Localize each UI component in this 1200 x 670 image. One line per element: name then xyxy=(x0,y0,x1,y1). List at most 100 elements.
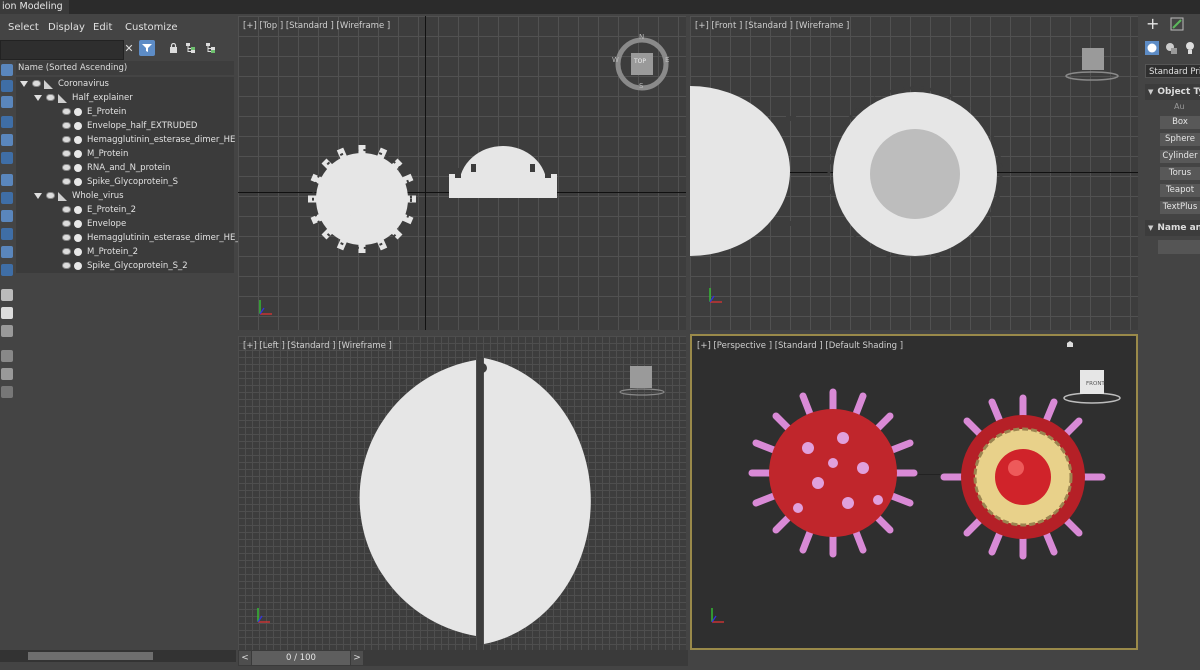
tree-row-m-protein-2[interactable]: M_Protein_2 xyxy=(16,245,234,259)
visibility-eye-icon[interactable] xyxy=(62,262,71,269)
display-frozen-icon[interactable] xyxy=(1,246,13,258)
rollout-object-type[interactable]: ▼ Object Ty xyxy=(1145,84,1200,100)
axis-tripod-icon xyxy=(257,608,270,623)
teapot-button[interactable]: Teapot xyxy=(1160,184,1200,197)
ribbon-tab[interactable]: ion Modeling xyxy=(0,0,69,14)
object-dot-icon xyxy=(74,108,82,116)
compass-north: N xyxy=(639,33,645,41)
viewcube[interactable] xyxy=(618,364,678,400)
rollout-name-color[interactable]: ▼Name and xyxy=(1145,220,1200,236)
viewcube[interactable] xyxy=(1060,44,1130,84)
sphere-button[interactable]: Sphere xyxy=(1160,133,1200,146)
expand-arrow-icon[interactable] xyxy=(34,95,42,101)
viewport-label[interactable]: [+] [Front ] [Standard ] [Wireframe ] xyxy=(695,21,849,31)
visibility-eye-icon[interactable] xyxy=(62,150,71,157)
tree-row-rna-n-protein[interactable]: RNA_and_N_protein xyxy=(16,161,234,175)
menu-display[interactable]: Display xyxy=(48,18,85,38)
display-spacewarps-icon[interactable] xyxy=(1,152,13,164)
visibility-eye-icon[interactable] xyxy=(46,94,55,101)
display-lights-icon[interactable] xyxy=(1,96,13,108)
visibility-eye-icon[interactable] xyxy=(62,164,71,171)
display-helpers-icon[interactable] xyxy=(1,134,13,146)
tree-row-e-protein[interactable]: E_Protein xyxy=(16,105,234,119)
tree-item-label: Envelope_half_EXTRUDED xyxy=(87,121,198,131)
link-icon[interactable] xyxy=(1,386,13,398)
box-button[interactable]: Box xyxy=(1160,116,1200,129)
visibility-eye-icon[interactable] xyxy=(46,192,55,199)
display-containers-icon[interactable] xyxy=(1,228,13,240)
object-name-input[interactable] xyxy=(1158,240,1200,254)
tree-row-m-protein[interactable]: M_Protein xyxy=(16,147,234,161)
tree-row-coronavirus[interactable]: Coronavirus xyxy=(16,77,234,91)
time-next-button[interactable]: > xyxy=(351,651,363,665)
display-geometry-icon[interactable] xyxy=(1,64,13,76)
category-dropdown[interactable]: Standard Prim xyxy=(1145,64,1200,78)
viewport-left[interactable]: [+] [Left ] [Standard ] [Wireframe ] xyxy=(238,336,686,650)
tree-row-whole-virus[interactable]: Whole_virus xyxy=(16,189,234,203)
tree-row-spike-2[interactable]: Spike_Glycoprotein_S_2 xyxy=(16,259,234,273)
time-slider[interactable]: 0 / 100 xyxy=(252,651,350,665)
display-cameras-icon[interactable] xyxy=(1,116,13,128)
clear-search-icon[interactable]: ✕ xyxy=(121,40,137,56)
expand-arrow-icon[interactable] xyxy=(34,193,42,199)
home-icon[interactable] xyxy=(1066,340,1074,348)
viewport-perspective[interactable]: [+] [Perspective ] [Standard ] [Default … xyxy=(690,334,1138,650)
menu-select[interactable]: Select xyxy=(8,18,39,38)
sort-header[interactable]: Name (Sorted Ascending) xyxy=(16,61,234,75)
hierarchy-icon[interactable] xyxy=(183,40,199,56)
filter-icon[interactable] xyxy=(139,40,155,56)
visibility-eye-icon[interactable] xyxy=(62,220,71,227)
funnel-alt-icon[interactable] xyxy=(1,368,13,380)
tree-row-envelope-half[interactable]: Envelope_half_EXTRUDED xyxy=(16,119,234,133)
textplus-button[interactable]: TextPlus xyxy=(1160,201,1200,214)
visibility-eye-icon[interactable] xyxy=(62,206,71,213)
display-hidden-icon[interactable] xyxy=(1,264,13,276)
visibility-eye-icon[interactable] xyxy=(62,248,71,255)
menu-customize[interactable]: Customize xyxy=(125,18,178,38)
display-xrefs-icon[interactable] xyxy=(1,192,13,204)
display-all-icon[interactable] xyxy=(1,289,13,301)
cylinder-button[interactable]: Cylinder xyxy=(1160,150,1200,163)
viewcube-face-label: TOP xyxy=(634,58,647,65)
create-tab-plus-icon[interactable]: + xyxy=(1146,16,1159,32)
tree-row-e-protein-2[interactable]: E_Protein_2 xyxy=(16,203,234,217)
lights-category-icon[interactable] xyxy=(1183,41,1197,55)
modify-tab-icon[interactable] xyxy=(1170,17,1184,31)
menu-edit[interactable]: Edit xyxy=(93,18,112,38)
lock-icon[interactable] xyxy=(165,40,181,56)
viewport-label[interactable]: [+] [Top ] [Standard ] [Wireframe ] xyxy=(243,21,390,31)
axis-tripod-icon xyxy=(259,300,272,315)
layer-hierarchy-icon[interactable] xyxy=(203,40,219,56)
display-invert-icon[interactable] xyxy=(1,325,13,337)
display-bones-icon[interactable] xyxy=(1,210,13,222)
display-none-icon[interactable] xyxy=(1,307,13,319)
tree-item-label: M_Protein_2 xyxy=(87,247,139,257)
viewport-label[interactable]: [+] [Perspective ] [Standard ] [Default … xyxy=(697,341,903,351)
autogrid-checkbox-label[interactable]: Au xyxy=(1174,102,1185,111)
tree-row-envelope[interactable]: Envelope xyxy=(16,217,234,231)
visibility-eye-icon[interactable] xyxy=(62,136,71,143)
scrollbar-thumb[interactable] xyxy=(28,652,153,660)
viewport-top[interactable]: [+] [Top ] [Standard ] [Wireframe ] N S … xyxy=(238,16,686,330)
compass-east: E xyxy=(665,56,670,64)
visibility-eye-icon[interactable] xyxy=(62,108,71,115)
time-prev-button[interactable]: < xyxy=(239,651,251,665)
display-shapes-icon[interactable] xyxy=(1,80,13,92)
tree-row-hemagglutinin[interactable]: Hemagglutinin_esterase_dimer_HE xyxy=(16,133,235,147)
visibility-eye-icon[interactable] xyxy=(62,234,71,241)
expand-arrow-icon[interactable] xyxy=(20,81,28,87)
torus-button[interactable]: Torus xyxy=(1160,167,1200,180)
viewport-label[interactable]: [+] [Left ] [Standard ] [Wireframe ] xyxy=(243,341,392,351)
viewport-front[interactable]: [+] [Front ] [Standard ] [Wireframe ] xyxy=(690,16,1138,330)
tree-row-spike[interactable]: Spike_Glycoprotein_S xyxy=(16,175,234,189)
tree-row-half-explainer[interactable]: Half_explainer xyxy=(16,91,234,105)
visibility-eye-icon[interactable] xyxy=(32,80,41,87)
visibility-eye-icon[interactable] xyxy=(62,122,71,129)
filter-funnel-icon[interactable] xyxy=(1,350,13,362)
visibility-eye-icon[interactable] xyxy=(62,178,71,185)
shapes-category-icon[interactable] xyxy=(1165,41,1179,55)
geometry-category-icon[interactable] xyxy=(1145,41,1159,55)
explorer-search-input[interactable] xyxy=(0,40,124,60)
display-groups-icon[interactable] xyxy=(1,174,13,186)
tree-row-hemagglutinin-2[interactable]: Hemagglutinin_esterase_dimer_HE_2 xyxy=(16,231,245,245)
